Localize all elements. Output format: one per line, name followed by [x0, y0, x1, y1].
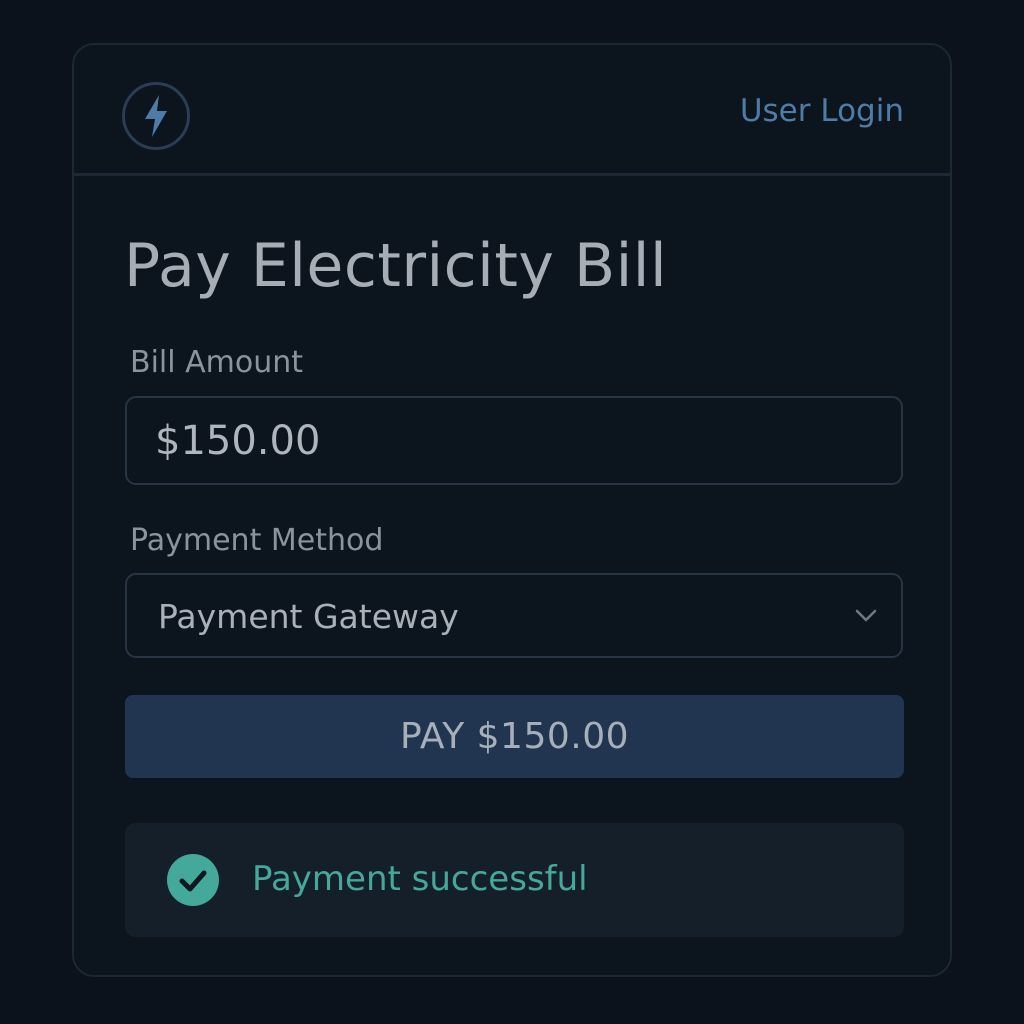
bill-amount-input[interactable] [125, 396, 903, 485]
app-logo[interactable] [122, 82, 190, 150]
payment-method-value: Payment Gateway [158, 597, 459, 636]
chevron-down-icon [855, 609, 877, 622]
payment-method-select[interactable]: Payment Gateway [125, 573, 903, 658]
page-title: Pay Electricity Bill [124, 231, 668, 301]
pay-button[interactable]: PAY $150.00 [125, 695, 904, 778]
bill-amount-label: Bill Amount [130, 345, 304, 380]
payment-method-label: Payment Method [130, 523, 384, 558]
card-header: User Login [74, 45, 950, 176]
lightning-bolt-icon [145, 95, 167, 137]
check-circle-icon [167, 854, 219, 906]
success-text: Payment successful [252, 859, 588, 899]
success-message: Payment successful [125, 823, 904, 937]
user-login-link[interactable]: User Login [740, 93, 904, 129]
payment-card: User Login Pay Electricity Bill Bill Amo… [72, 43, 952, 977]
